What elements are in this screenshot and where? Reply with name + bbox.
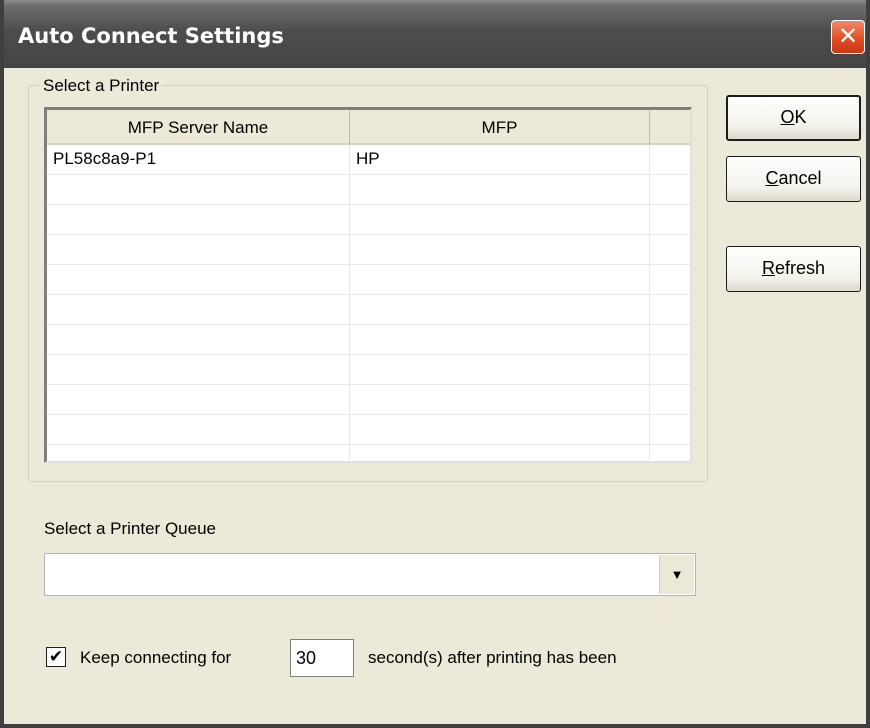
- close-icon: ✕: [837, 23, 859, 50]
- cell-mfp: HP: [350, 145, 650, 175]
- queue-label: Select a Printer Queue: [44, 519, 216, 538]
- checkmark-icon: ✔: [48, 647, 64, 666]
- cancel-label: ancel: [778, 168, 822, 188]
- table-row-empty: [47, 385, 690, 415]
- table-row-empty: [47, 265, 690, 295]
- table-row-empty: [47, 205, 690, 235]
- ok-label: K: [794, 107, 807, 127]
- printer-list[interactable]: MFP Server Name MFP PL58c8a9-P1 HP: [44, 107, 692, 463]
- table-row-empty: [47, 445, 690, 461]
- list-header: MFP Server Name MFP: [47, 110, 690, 145]
- window-title: Auto Connect Settings: [18, 24, 284, 48]
- close-button[interactable]: ✕: [831, 20, 865, 54]
- chevron-down-icon: ▼: [670, 567, 684, 582]
- cancel-accel: C: [765, 168, 779, 188]
- column-header-server-name[interactable]: MFP Server Name: [47, 110, 350, 145]
- table-row-empty: [47, 415, 690, 445]
- column-header-label: MFP Server Name: [127, 118, 269, 137]
- seconds-input[interactable]: 30: [290, 639, 354, 677]
- table-row[interactable]: PL58c8a9-P1 HP: [47, 145, 690, 175]
- cell-extra: [650, 145, 690, 175]
- ok-button[interactable]: OK: [726, 95, 861, 141]
- column-header-mfp[interactable]: MFP: [350, 110, 650, 145]
- cancel-button[interactable]: Cancel: [726, 156, 861, 202]
- refresh-button[interactable]: Refresh: [726, 246, 861, 292]
- seconds-suffix-label: second(s) after printing has been: [368, 648, 617, 667]
- keep-connecting-label: Keep connecting for: [80, 648, 232, 667]
- cell-server-name: PL58c8a9-P1: [47, 145, 350, 175]
- printer-group-label: Select a Printer: [40, 76, 163, 96]
- keep-connecting-checkbox[interactable]: ✔: [46, 647, 66, 667]
- ok-accel: O: [780, 107, 795, 127]
- table-row-empty: [47, 355, 690, 385]
- column-header-extra[interactable]: [650, 110, 690, 145]
- table-row-empty: [47, 175, 690, 205]
- printer-queue-select[interactable]: ▼: [44, 553, 696, 596]
- title-bar[interactable]: Auto Connect Settings ✕: [4, 0, 866, 68]
- refresh-label: efresh: [774, 258, 826, 278]
- column-header-label: MFP: [481, 118, 518, 137]
- table-row-empty: [47, 235, 690, 265]
- table-row-empty: [47, 325, 690, 355]
- dropdown-button[interactable]: ▼: [659, 555, 694, 594]
- table-row-empty: [47, 295, 690, 325]
- refresh-accel: R: [761, 258, 775, 278]
- auto-connect-dialog: Auto Connect Settings ✕ Select a Printer…: [0, 0, 870, 728]
